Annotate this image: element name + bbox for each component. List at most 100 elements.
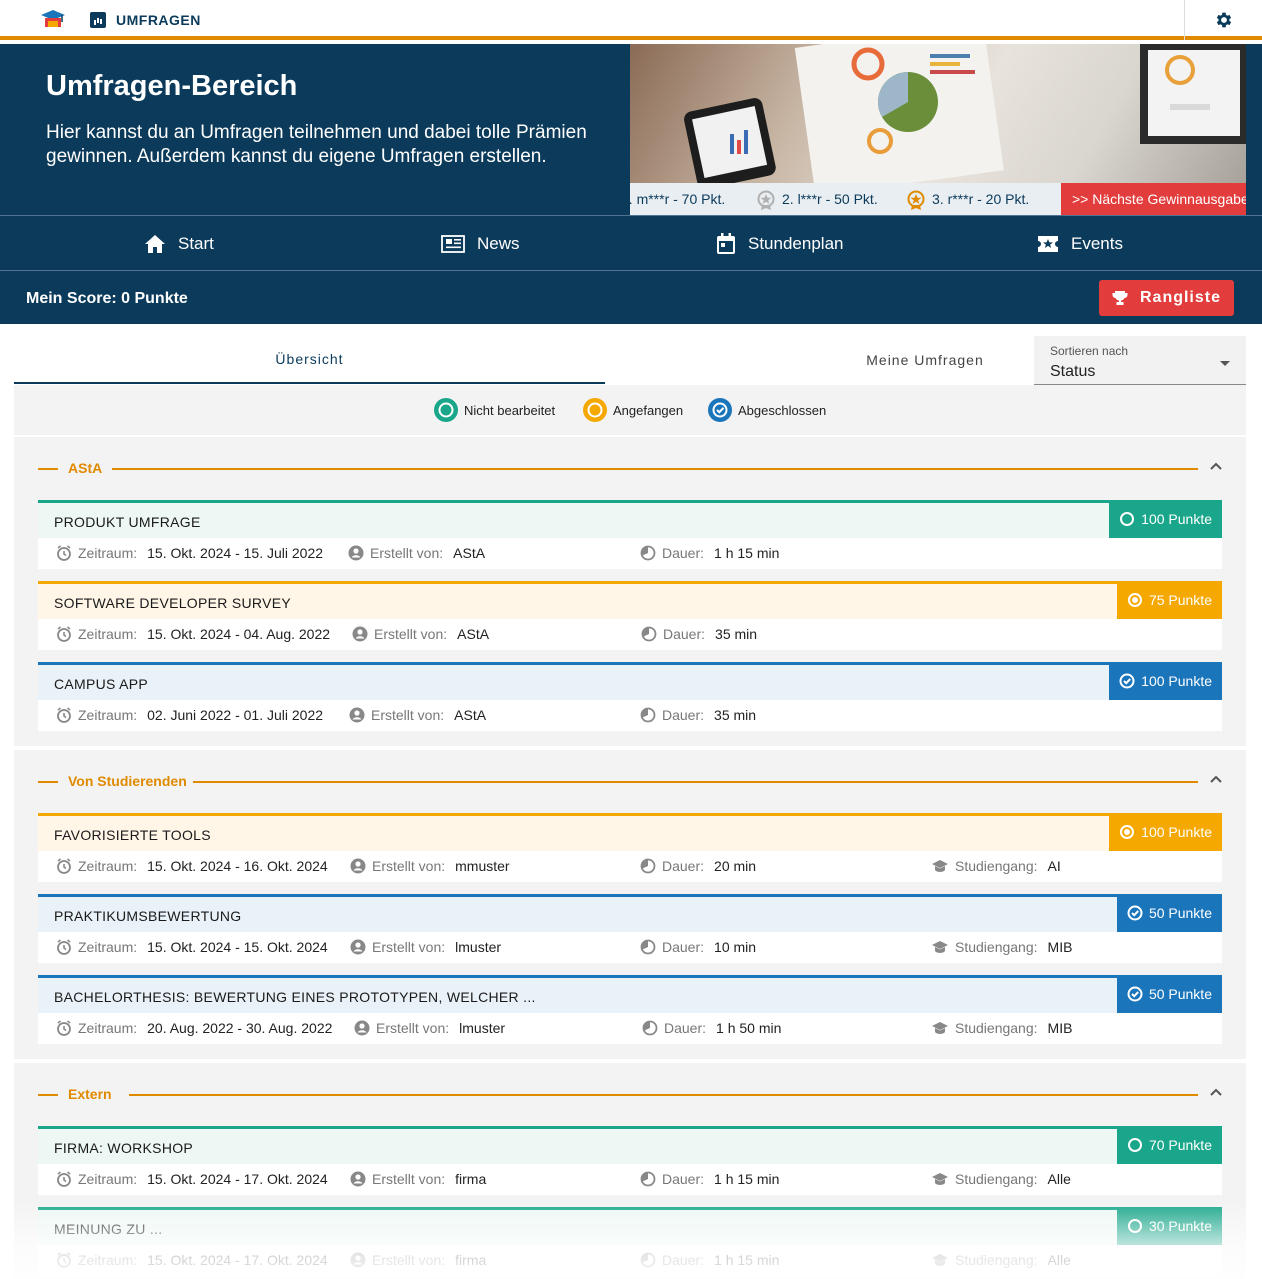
hero-banner: Umfragen-Bereich Hier kannst du an Umfra… — [0, 44, 1262, 215]
my-score: Mein Score: 0 Punkte — [26, 290, 188, 307]
winner-ticker: 1. m***r - 70 Pkt. 2. l***r - 50 Pkt. 3.… — [630, 183, 1246, 215]
ticker-item: 1. m***r - 70 Pkt. — [630, 191, 726, 207]
gear-icon — [1216, 12, 1231, 28]
survey-title: SOFTWARE DEVELOPER SURVEY — [54, 595, 291, 611]
tab-meine-umfragen[interactable]: Meine Umfragen — [816, 336, 1034, 384]
user-icon — [350, 1252, 366, 1268]
app-title[interactable]: UMFRAGEN — [116, 12, 201, 28]
section-title: Extern — [68, 1086, 112, 1102]
ticket-icon — [1038, 236, 1058, 252]
clock-icon — [57, 707, 71, 723]
clock-icon — [57, 858, 71, 874]
chart-icon — [90, 12, 106, 28]
timer-icon — [640, 707, 656, 723]
user-icon — [350, 858, 366, 874]
main-nav: Start News Stundenplan Events — [0, 215, 1262, 271]
graduation-cap-icon — [932, 941, 948, 953]
nav-events[interactable]: Events — [1037, 216, 1123, 272]
rangliste-label: Rangliste — [1139, 289, 1221, 306]
clock-icon — [57, 545, 71, 561]
user-icon — [350, 939, 366, 955]
timer-icon — [640, 939, 656, 955]
newspaper-icon — [441, 235, 465, 253]
section-header: Extern — [38, 1063, 1222, 1125]
clock-icon — [57, 1252, 71, 1268]
graduation-cap-icon — [932, 860, 948, 872]
legend-label: Nicht bearbeitet — [464, 402, 556, 418]
legend-label: Angefangen — [613, 402, 684, 418]
user-icon — [352, 626, 368, 642]
graduation-cap-icon — [932, 1173, 948, 1185]
medal-bronze-icon — [907, 190, 925, 210]
rangliste-button[interactable]: Rangliste — [1099, 280, 1234, 316]
survey-card[interactable]: PRODUKT UMFRAGE 100 Punkte Zeitraum: 15. … — [38, 500, 1222, 569]
page-title: Umfragen-Bereich — [46, 70, 298, 102]
next-prize-link[interactable]: >> Nächste Gewinnausgabe — [1061, 183, 1246, 215]
survey-card[interactable]: FAVORISIERTE TOOLS 100 Punkte Zeitraum: 1… — [38, 813, 1222, 882]
status-open-icon — [1127, 1219, 1142, 1233]
status-done-icon — [708, 398, 732, 422]
dropdown-arrow-icon — [1220, 361, 1230, 366]
chevron-up-icon[interactable] — [1210, 461, 1222, 471]
points-badge: 100 Punkte — [1109, 662, 1222, 700]
status-done-icon — [1119, 673, 1135, 689]
sort-label: Sortieren nach — [1050, 344, 1129, 358]
top-bar: UMFRAGEN — [0, 0, 1262, 40]
survey-title: PRODUKT UMFRAGE — [54, 514, 201, 530]
settings-button[interactable] — [1184, 0, 1262, 40]
status-legend: Nicht bearbeitet Angefangen Abgeschlosse… — [14, 385, 1246, 435]
points-badge: 100 Punkte — [1109, 500, 1222, 538]
trophy-icon — [1112, 291, 1128, 305]
score-bar: Mein Score: 0 Punkte Rangliste — [0, 271, 1262, 324]
user-icon — [348, 545, 364, 561]
user-icon — [350, 1171, 366, 1187]
survey-title: BACHELORTHESIS: BEWERTUNG EINES PROTOTYP… — [54, 989, 536, 1005]
tab-uebersicht[interactable]: Übersicht — [14, 336, 605, 384]
points-badge: 75 Punkte — [1116, 581, 1222, 619]
nav-stundenplan[interactable]: Stundenplan — [716, 216, 843, 272]
nav-label: Stundenplan — [748, 234, 844, 253]
medal-silver-icon — [757, 190, 775, 210]
home-icon — [145, 235, 165, 253]
nav-label: Events — [1071, 234, 1123, 253]
chevron-up-icon[interactable] — [1210, 1087, 1222, 1097]
calendar-icon — [717, 233, 735, 254]
logo-icon[interactable] — [40, 9, 66, 31]
nav-label: News — [477, 234, 520, 253]
nav-news[interactable]: News — [441, 216, 520, 272]
survey-title: PRAKTIKUMSBEWERTUNG — [54, 908, 242, 924]
chevron-up-icon[interactable] — [1210, 774, 1222, 784]
clock-icon — [57, 1171, 71, 1187]
timer-icon — [640, 1252, 656, 1268]
nav-start[interactable]: Start — [144, 216, 214, 272]
timer-icon — [642, 1020, 658, 1036]
sort-select[interactable]: Sortieren nach Status — [1034, 336, 1246, 385]
section-title: Von Studierenden — [68, 773, 187, 789]
status-open-icon — [434, 398, 458, 422]
status-open-icon — [1127, 1138, 1142, 1152]
survey-card[interactable]: CAMPUS APP 100 Punkte Zeitraum: 02. Juni … — [38, 662, 1222, 731]
status-started-icon — [1127, 593, 1142, 607]
section-asta: AStA PRODUKT UMFRAGE 100 Punkte Zeitraum… — [14, 437, 1246, 746]
survey-card[interactable]: MEINUNG ZU ... 30 Punkte Zeitraum: 15. Ok… — [38, 1207, 1222, 1276]
status-open-icon — [1120, 512, 1135, 526]
sort-value: Status — [1050, 363, 1096, 380]
timer-icon — [640, 858, 656, 874]
survey-title: CAMPUS APP — [54, 676, 149, 692]
section-header: AStA — [38, 437, 1222, 499]
clock-icon — [57, 939, 71, 955]
user-icon — [354, 1020, 370, 1036]
survey-card[interactable]: SOFTWARE DEVELOPER SURVEY 75 Punkte Zeit… — [38, 581, 1222, 650]
legend-done: Abgeschlossen — [708, 398, 826, 422]
status-started-icon — [1120, 825, 1135, 839]
points-badge: 30 Punkte — [1116, 1207, 1222, 1245]
points-badge: 70 Punkte — [1116, 1126, 1222, 1164]
legend-started: Angefangen — [583, 398, 683, 422]
survey-card[interactable]: PRAKTIKUMSBEWERTUNG 50 Punkte Zeitraum: 1… — [38, 894, 1222, 963]
survey-card[interactable]: BACHELORTHESIS: BEWERTUNG EINES PROTOTYP… — [38, 975, 1222, 1044]
graduation-cap-icon — [932, 1022, 948, 1034]
clock-icon — [57, 626, 71, 642]
hero-image — [630, 44, 1246, 183]
section-title: AStA — [68, 460, 103, 476]
survey-card[interactable]: FIRMA: WORKSHOP 70 Punkte Zeitraum: 15. O… — [38, 1126, 1222, 1195]
